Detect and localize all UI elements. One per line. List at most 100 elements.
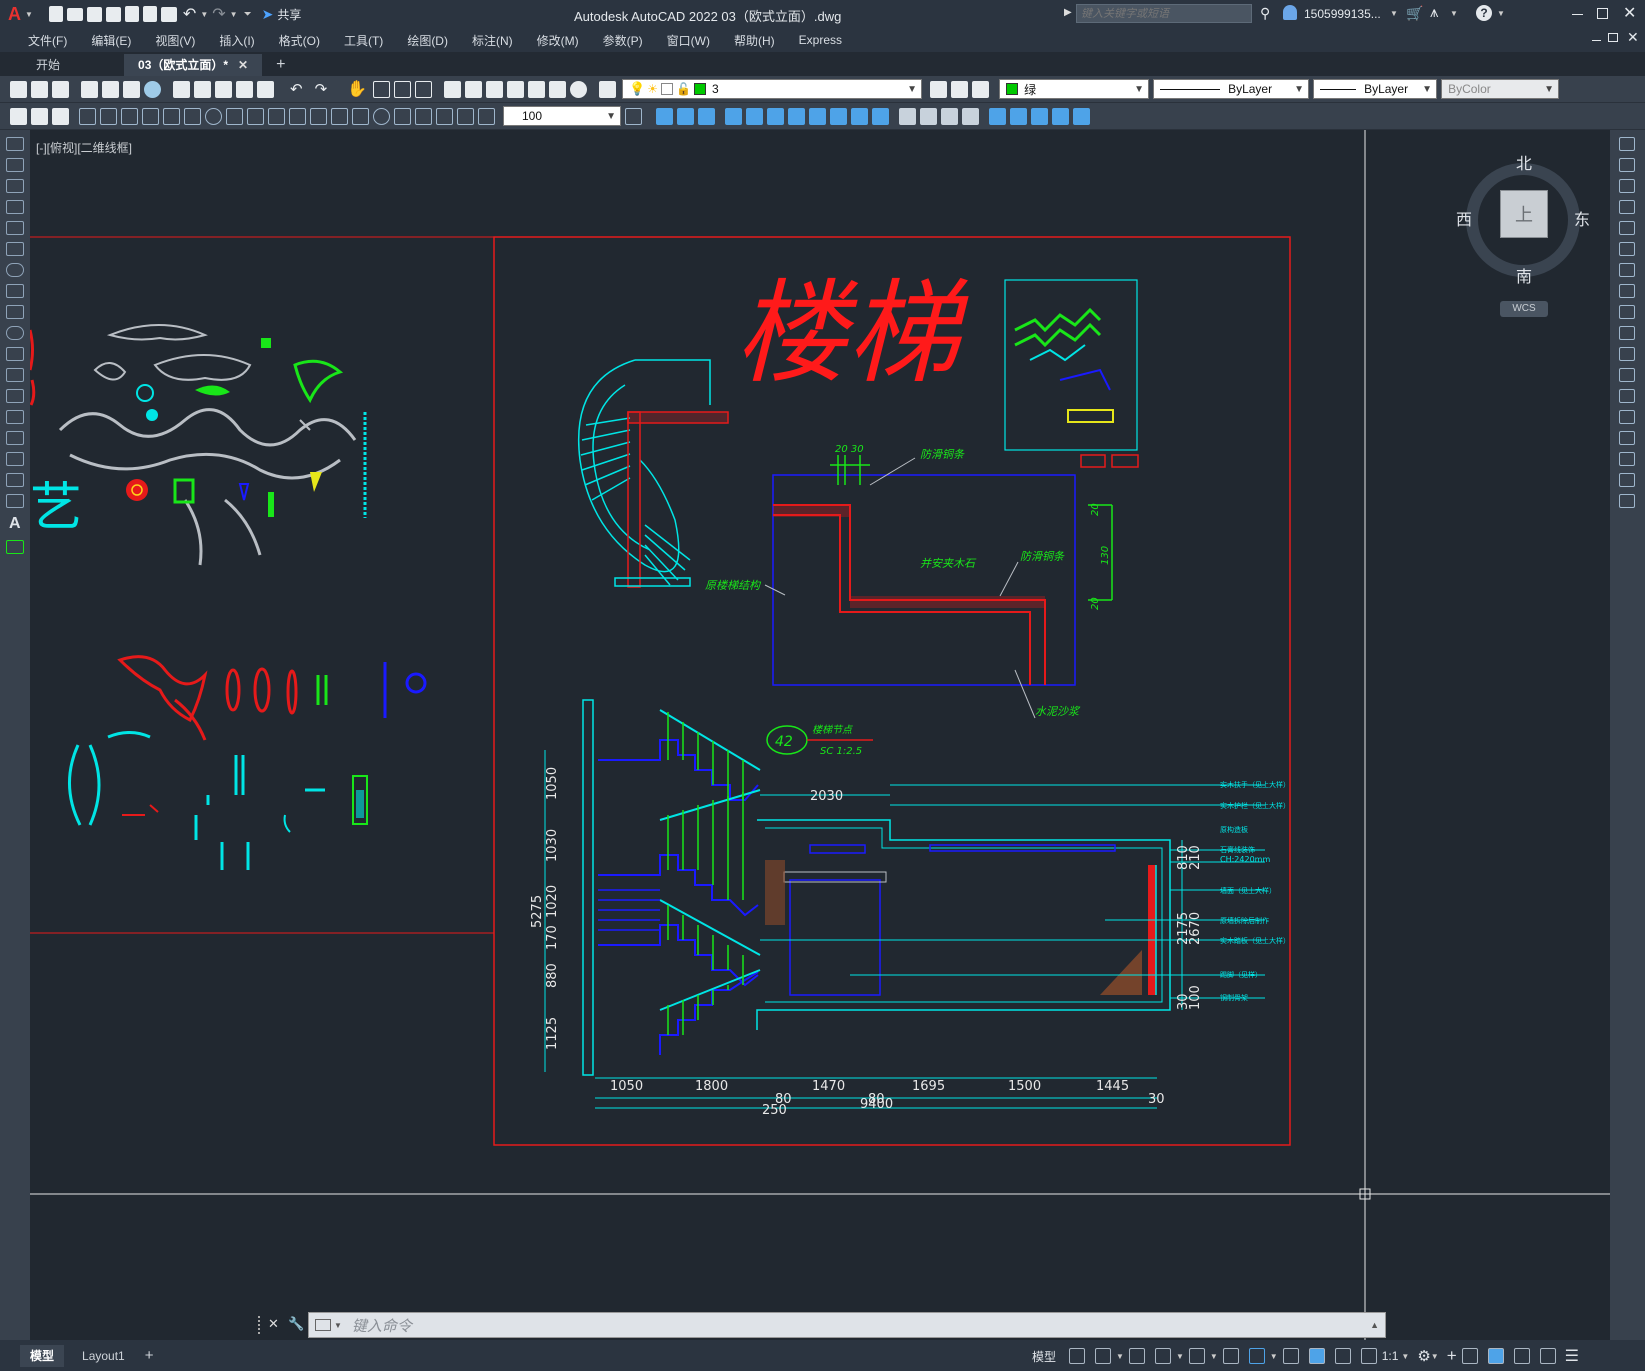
chevron-down-icon[interactable]: ▼ (1270, 1352, 1278, 1361)
ellipse-icon[interactable] (6, 326, 24, 340)
layer-dropdown[interactable]: 💡 ☀ 🔓 3 ▼ (622, 79, 923, 99)
scale-icon[interactable] (1619, 284, 1635, 298)
redo-icon[interactable]: ↷ (315, 80, 328, 98)
viewcube-face-top[interactable]: 上 (1500, 190, 1548, 238)
3d-dwf-icon[interactable] (144, 80, 161, 98)
autodesk-a360-icon[interactable]: ⩚ (1430, 4, 1438, 21)
chevron-right-icon[interactable]: ▶ (1064, 7, 1072, 18)
layer-off-icon[interactable] (52, 107, 69, 125)
publish-icon[interactable] (124, 6, 139, 22)
compass-south[interactable]: 南 (1516, 263, 1532, 287)
drawing-canvas[interactable]: 艺 楼梯 防滑铜条 防滑铜条 并安夹木石 原楼梯结构 水泥沙浆 20 30 20… (30, 130, 1610, 1340)
open-folder-icon[interactable] (66, 7, 83, 21)
menu-insert[interactable]: 插入(I) (207, 32, 266, 49)
chevron-down-icon[interactable]: ▼ (1210, 1352, 1218, 1361)
annotation-visibility-icon[interactable] (1308, 1348, 1325, 1364)
command-line[interactable]: ▼ 键入命令 ▲ (308, 1312, 1386, 1338)
3d-cone-icon[interactable] (698, 107, 715, 125)
menu-window[interactable]: 窗口(W) (655, 32, 722, 49)
new-file-icon[interactable] (48, 6, 63, 22)
help-icon[interactable]: ? (1476, 5, 1492, 21)
zoom-previous-icon[interactable] (415, 80, 433, 98)
dimedit-icon[interactable] (436, 107, 453, 125)
region-icon[interactable] (6, 473, 24, 487)
save-icon[interactable] (52, 80, 69, 98)
construction-line-icon[interactable] (6, 158, 24, 172)
save-as-icon[interactable] (105, 6, 121, 22)
help-icon[interactable] (570, 80, 588, 98)
rectangle-icon[interactable] (6, 221, 24, 235)
chamfer-icon[interactable] (1619, 431, 1635, 445)
user-name[interactable]: 1505999135... (1304, 7, 1381, 21)
tolerance-icon[interactable] (352, 107, 369, 125)
tab-add-button[interactable]: + (262, 54, 299, 76)
tab-document[interactable]: 03（欧式立面）* ✕ (124, 54, 263, 76)
continue-icon[interactable] (289, 107, 306, 125)
auto-scale-icon[interactable] (1334, 1348, 1351, 1364)
match-properties-icon[interactable] (236, 80, 253, 98)
menu-edit[interactable]: 编辑(E) (79, 32, 143, 49)
snap-icon[interactable] (1095, 1348, 1112, 1364)
break-point-icon[interactable] (1619, 368, 1635, 382)
export-icon[interactable] (142, 6, 157, 22)
baseline-icon[interactable] (268, 107, 285, 125)
subtract-icon[interactable] (809, 107, 826, 125)
mirror-icon[interactable] (1619, 179, 1635, 193)
3d-move-icon[interactable] (725, 107, 742, 125)
tab-layout1[interactable]: Layout1 (72, 1345, 135, 1367)
section-plane-icon[interactable] (989, 107, 1006, 125)
center-mark-icon[interactable] (373, 107, 390, 125)
quick-properties-icon[interactable] (1487, 1348, 1504, 1364)
menu-modify[interactable]: 修改(M) (525, 32, 591, 49)
zoom-realtime-icon[interactable] (373, 80, 391, 98)
chevron-down-icon[interactable]: ▼ (1390, 9, 1398, 18)
shell-icon[interactable] (899, 107, 916, 125)
customization-menu-icon[interactable]: ☰ (1565, 1346, 1579, 1366)
dimscale-dropdown[interactable]: 100 ▼ (503, 106, 621, 126)
copy-icon[interactable] (194, 80, 211, 98)
add-layout-button[interactable]: + (135, 1345, 164, 1367)
chevron-down-icon[interactable]: ▼ (1431, 1352, 1439, 1361)
redo-icon[interactable]: ↷ (212, 4, 225, 24)
solid-edit-icon[interactable] (1073, 107, 1090, 125)
minimize-icon[interactable] (1572, 14, 1583, 15)
doc-minimize-icon[interactable] (1592, 40, 1601, 41)
pan-icon[interactable]: ✋ (347, 79, 367, 99)
cut-icon[interactable] (173, 80, 190, 98)
tool-palettes-icon[interactable] (486, 80, 504, 98)
doc-restore-icon[interactable] (1608, 33, 1618, 42)
revcloud-icon[interactable] (6, 284, 24, 298)
angular-icon[interactable] (226, 107, 243, 125)
gradient-icon[interactable] (6, 452, 24, 466)
tab-start[interactable]: 开始 (22, 54, 74, 76)
polygon-icon[interactable] (6, 200, 24, 214)
inspect-icon[interactable] (394, 107, 411, 125)
point-icon[interactable] (6, 410, 24, 424)
layer-isolate-icon[interactable] (31, 107, 48, 125)
command-close-icon[interactable]: ✕ (268, 1316, 279, 1332)
ortho-icon[interactable] (1128, 1348, 1145, 1364)
menu-express[interactable]: Express (787, 33, 854, 47)
search-input[interactable] (1076, 4, 1252, 23)
maximize-icon[interactable] (1597, 8, 1608, 19)
extend-icon[interactable] (1619, 347, 1635, 361)
3d-wedge-icon[interactable] (677, 107, 694, 125)
fillet-icon[interactable] (1619, 452, 1635, 466)
separate-icon[interactable] (920, 107, 937, 125)
search-icon[interactable]: ⚲ (1260, 5, 1270, 22)
menu-parametric[interactable]: 参数(P) (591, 32, 655, 49)
publish-icon[interactable] (123, 80, 140, 98)
aligned-dimension-icon[interactable] (100, 107, 117, 125)
multiline-text-icon[interactable]: A (9, 515, 21, 533)
viewport-controls[interactable]: [-][俯视][二维线框] (36, 139, 132, 156)
command-prompt-icon[interactable] (315, 1319, 331, 1331)
insert-block-icon[interactable] (6, 368, 24, 382)
extrude-icon[interactable] (851, 107, 868, 125)
plotstyle-dropdown[interactable]: ByColor ▼ (1441, 79, 1560, 99)
isometric-icon[interactable] (1188, 1348, 1205, 1364)
chevron-down-icon[interactable]: ▼ (1497, 9, 1505, 18)
polar-icon[interactable] (1154, 1348, 1171, 1364)
line-icon[interactable] (6, 137, 24, 151)
markup-icon[interactable] (528, 80, 546, 98)
spline-icon[interactable] (6, 305, 24, 319)
